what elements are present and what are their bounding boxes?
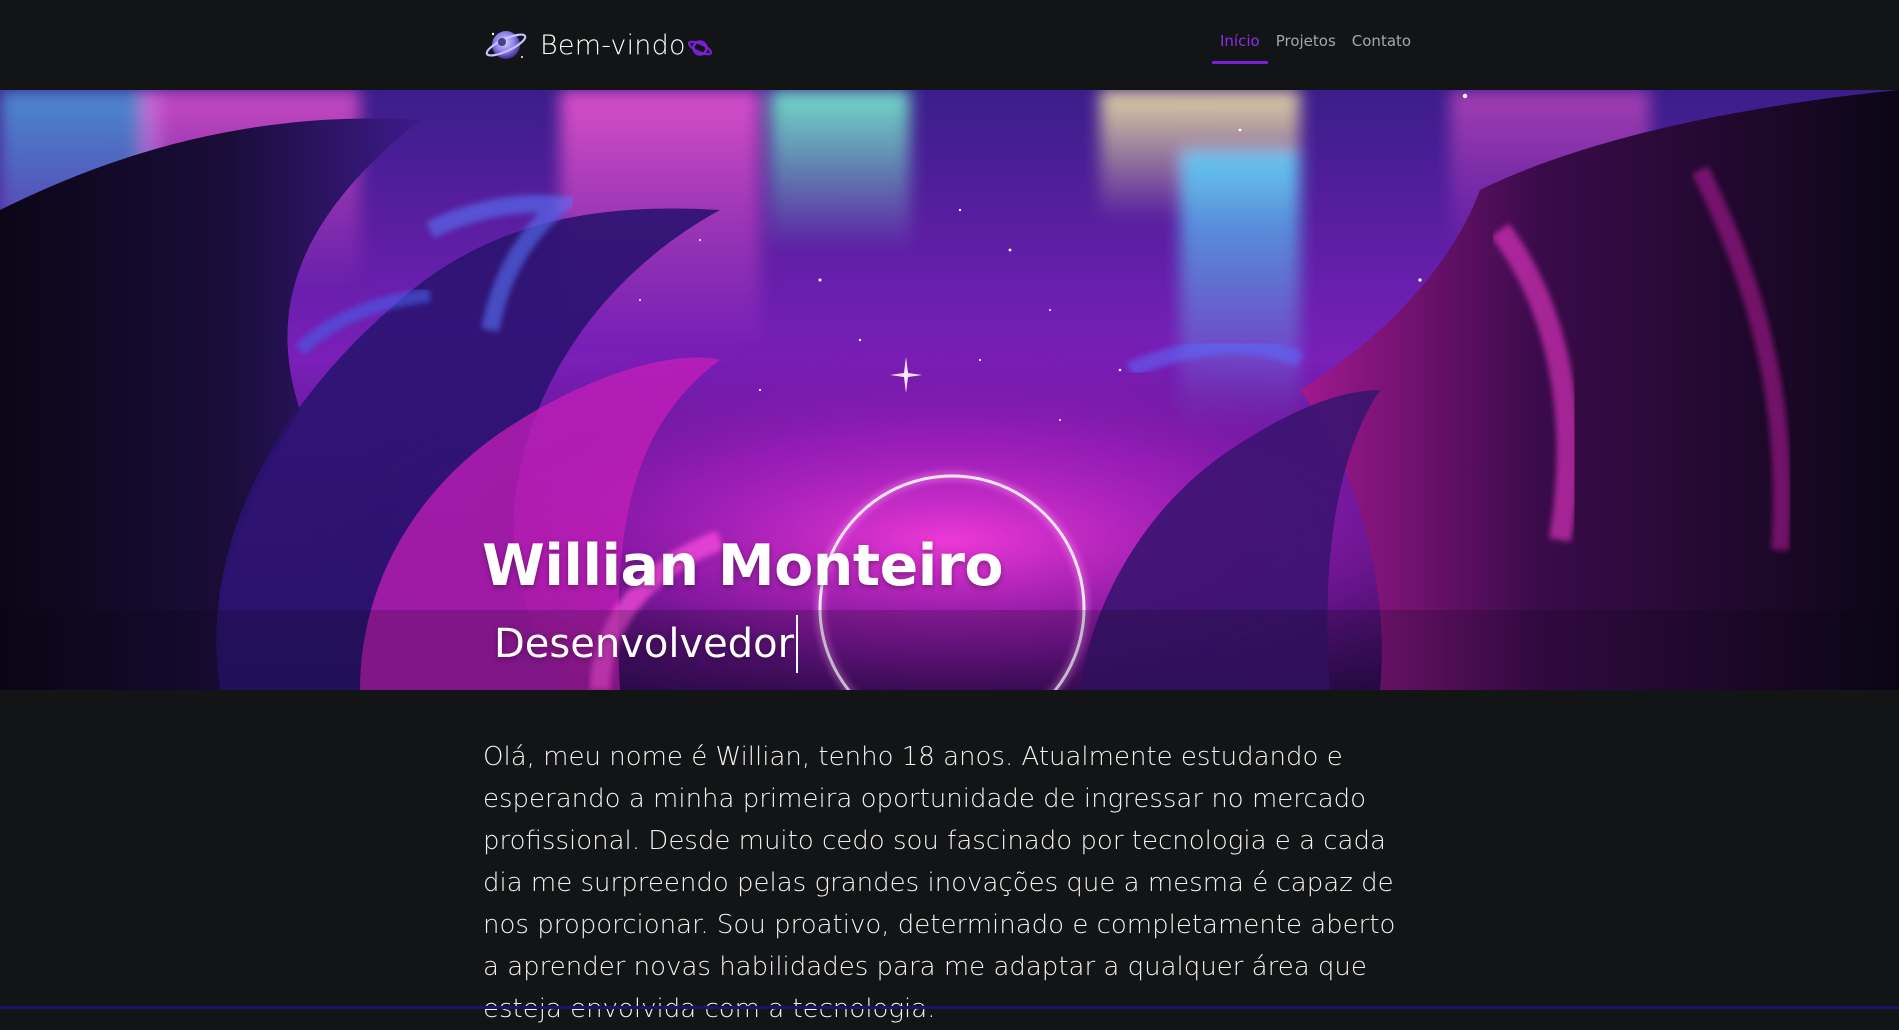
nav-item-projetos[interactable]: Projetos: [1276, 30, 1336, 64]
about-paragraph: Olá, meu nome é Willian, tenho 18 anos. …: [483, 742, 1396, 1024]
navbar: Bem-vindo Início Projetos Contato: [0, 0, 1899, 90]
hero-background-image: [0, 90, 1899, 690]
hero-role: Desenvolvedor: [494, 615, 799, 673]
hero-banner: Willian Monteiro Desenvolvedor: [0, 90, 1899, 690]
ringed-planet-icon: [687, 40, 712, 56]
brand-title: Bem-vindo: [540, 29, 686, 61]
hero-role-text: Desenvolvedor: [494, 621, 795, 667]
nav-item-inicio[interactable]: Início: [1212, 30, 1268, 64]
nav-item-contato[interactable]: Contato: [1352, 30, 1411, 64]
typing-caret: [796, 615, 799, 673]
astronaut-emoji-icon: [485, 31, 527, 59]
brand-link[interactable]: Bem-vindo: [484, 27, 713, 63]
main-nav: Início Projetos Contato: [1212, 30, 1419, 64]
hero-name: Willian Monteiro: [482, 533, 1004, 599]
